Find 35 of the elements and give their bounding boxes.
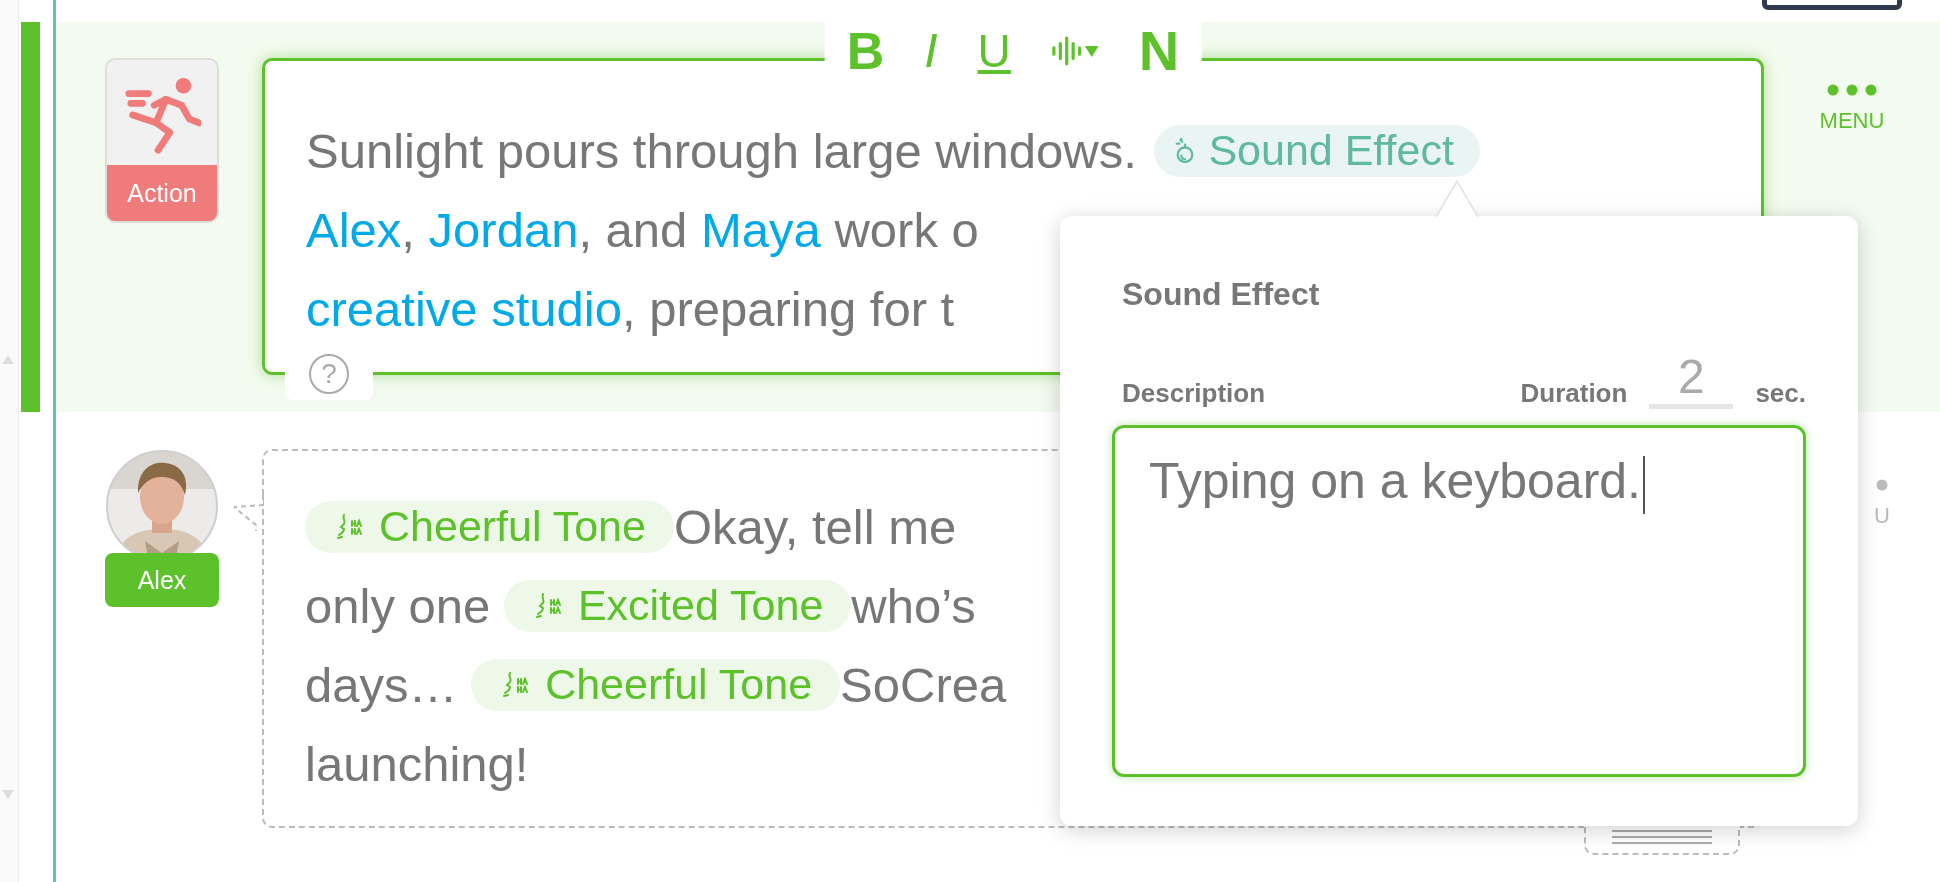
character-link[interactable]: Maya [701,201,821,258]
action-card[interactable]: Action [105,58,219,223]
italic-button[interactable]: I [924,27,938,75]
script-text: only one [305,577,492,634]
duration-field[interactable]: 2 [1649,351,1734,409]
script-text: , and [578,201,689,258]
script-text: who’s [851,577,976,634]
menu-button[interactable]: MENU [1819,84,1885,146]
character-link[interactable]: Jordan [428,201,579,258]
sound-effect-tag[interactable]: Sound Effect [1154,124,1480,177]
help-button[interactable]: ? [309,354,349,394]
bold-button[interactable]: B [846,25,885,77]
underline-button[interactable]: U [977,28,1011,74]
tone-tag[interactable]: Excited Tone [503,579,852,632]
tone-tag[interactable]: Cheerful Tone [305,500,674,553]
menu-button[interactable]: U [1874,479,1890,541]
character-link[interactable]: creative studio [306,280,622,337]
script-text: , [401,201,416,258]
character-name-badge[interactable]: Alex [105,553,219,607]
script-text: , preparing for t [621,280,955,337]
action-label: Action [107,165,217,221]
description-label: Description [1122,377,1266,409]
script-text: Sunlight pours through large windows. [306,122,1138,179]
tone-tag[interactable]: Cheerful Tone [471,658,841,711]
seconds-label: sec. [1755,377,1806,409]
normal-text-button[interactable]: N [1138,23,1180,79]
script-text: SoCrea [840,656,1007,713]
script-text: days… [305,656,459,713]
character-link[interactable]: Alex [306,201,402,258]
duration-label: Duration [1520,377,1628,409]
description-field[interactable]: Typing on a keyboard. [1112,424,1806,777]
script-text: Okay, tell me [673,498,957,555]
script-text: work o [833,201,979,258]
script-text: launching! [305,735,529,792]
popup-title: Sound Effect [1122,276,1321,313]
